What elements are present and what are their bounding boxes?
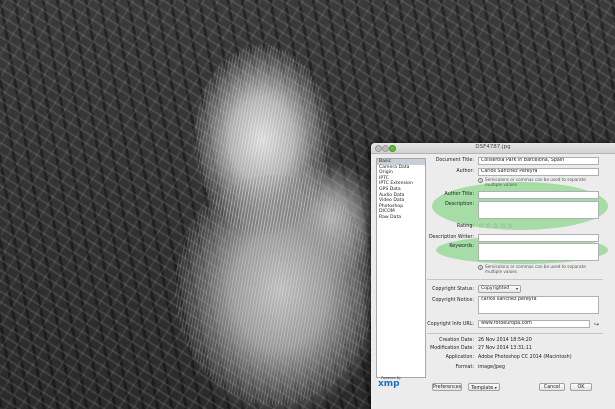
dog-fur-texture-body (175, 175, 375, 405)
application-value: Adobe Photoshop CC 2014 (Macintosh) (478, 355, 572, 360)
star-outline-icon[interactable]: ☆ (507, 223, 513, 230)
category-list[interactable]: Basic Camera Data Origin IPTC IPTC Exten… (376, 158, 426, 378)
copyright-status-label: Copyright Status: (432, 287, 474, 292)
copyright-info-url-label: Copyright Info URL: (427, 322, 474, 327)
chevron-down-icon: ▾ (515, 286, 518, 291)
category-item-raw-data[interactable]: Raw Data (377, 215, 425, 221)
copyright-status-select[interactable]: Copyrighted ▾ (478, 285, 521, 293)
keywords-label: Keywords: (449, 244, 474, 249)
author-field[interactable]: Carlos Sanchez Pereyra (478, 168, 599, 176)
template-button[interactable]: Template ▾ (468, 383, 500, 391)
ok-button[interactable]: OK (570, 383, 592, 391)
xmp-logo: Powered By xmp (378, 376, 408, 392)
description-field[interactable] (478, 201, 599, 219)
rating-stars[interactable]: ☆☆☆☆☆ (478, 223, 514, 230)
copyright-notice-label: Copyright Notice: (432, 298, 474, 303)
section-divider (427, 333, 603, 334)
modification-date-value: 27 Nov 2014 13:31:11 (478, 346, 532, 351)
window-titlebar[interactable]: DSF4787.jpg (371, 143, 615, 154)
creation-date-label: Creation Date: (439, 338, 474, 343)
copyright-notice-field[interactable]: carlos sanchez pereyra (478, 296, 599, 314)
author-title-field[interactable] (478, 191, 599, 199)
format-value: image/jpeg (478, 365, 505, 370)
description-label: Description: (445, 202, 474, 207)
description-writer-label: Description Writer: (428, 235, 474, 240)
info-icon: i (478, 178, 483, 183)
info-icon: i (478, 265, 483, 270)
keywords-field[interactable] (478, 243, 599, 261)
star-outline-icon[interactable]: ☆ (493, 223, 499, 230)
author-label: Author: (456, 169, 474, 174)
star-outline-icon[interactable]: ☆ (485, 223, 491, 230)
format-label: Format: (455, 365, 474, 370)
star-outline-icon[interactable]: ☆ (500, 223, 506, 230)
star-outline-icon[interactable]: ☆ (478, 223, 484, 230)
arrow-go-icon[interactable]: ↪ (594, 321, 599, 328)
cancel-button[interactable]: Cancel (539, 383, 565, 391)
section-divider (427, 279, 603, 280)
creation-date-value: 26 Nov 2014 18:54:20 (478, 338, 532, 343)
keywords-hint-text: Semicolons or commas can be used to sepa… (485, 264, 586, 274)
copyright-status-value: Copyrighted (481, 286, 510, 291)
document-title-label: Document Title: (435, 158, 474, 163)
template-button-label: Template (471, 386, 494, 391)
description-writer-field[interactable] (478, 234, 599, 242)
preferences-button[interactable]: Preferences (432, 383, 462, 391)
rating-label: Rating: (456, 224, 474, 229)
author-title-label: Author Title: (444, 192, 474, 197)
copyright-info-url-field[interactable]: www.fotoeuropa.com (478, 320, 590, 328)
modification-date-label: Modification Date: (430, 346, 474, 351)
application-label: Application: (445, 355, 474, 360)
window-title: DSF4787.jpg (475, 144, 511, 150)
chevron-down-icon: ▾ (494, 385, 497, 390)
xmp-logo-text: xmp (378, 379, 400, 389)
author-hint-text: Semicolons or commas can be used to sepa… (485, 177, 586, 187)
document-title-field[interactable]: Collserola Park in Barcelona, Spain (478, 157, 599, 165)
